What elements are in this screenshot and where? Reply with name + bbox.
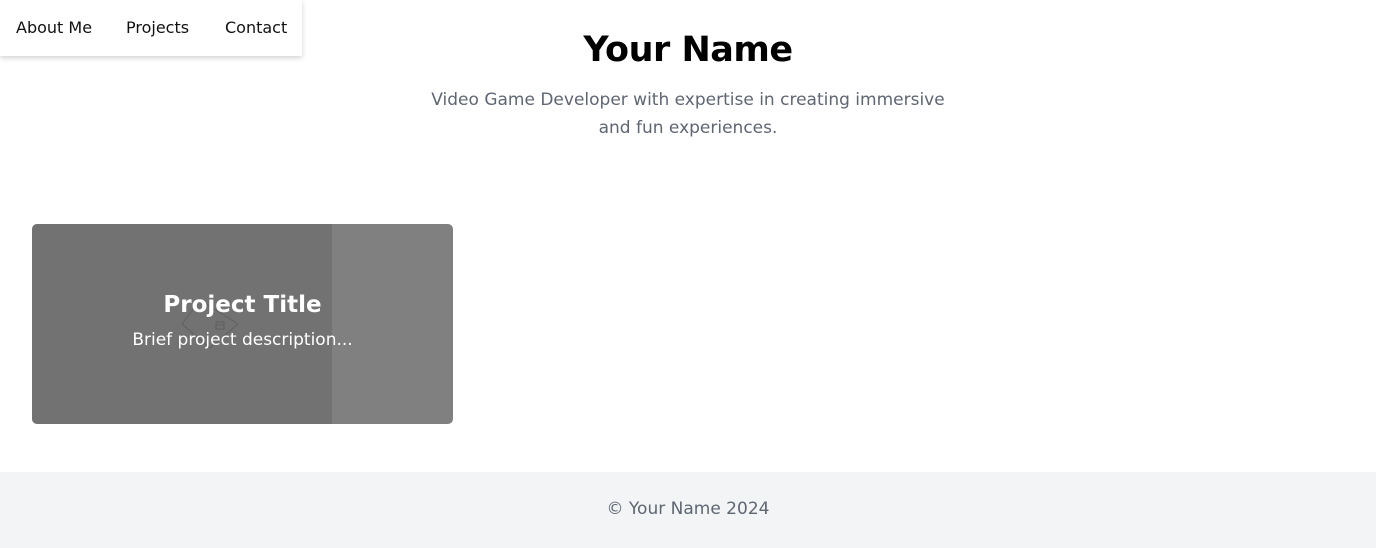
page-tagline: Video Game Developer with expertise in c… [431, 90, 945, 138]
nav-link-contact[interactable]: Contact [225, 18, 287, 37]
nav-link-about-me[interactable]: About Me [16, 18, 92, 37]
top-nav: About Me Projects Contact [0, 0, 302, 56]
project-description: Brief project description... [132, 330, 353, 350]
nav-link-projects[interactable]: Projects [126, 18, 189, 37]
portfolio-page: About Me Projects Contact Your Name Vide… [0, 0, 1376, 548]
project-title: Project Title [163, 292, 322, 318]
page-footer: © Your Name 2024 [0, 472, 1376, 548]
project-card[interactable]: Project Title Brief project description.… [32, 224, 453, 424]
project-overlay: Project Title Brief project description.… [32, 224, 453, 424]
footer-copyright: © Your Name 2024 [606, 499, 770, 519]
